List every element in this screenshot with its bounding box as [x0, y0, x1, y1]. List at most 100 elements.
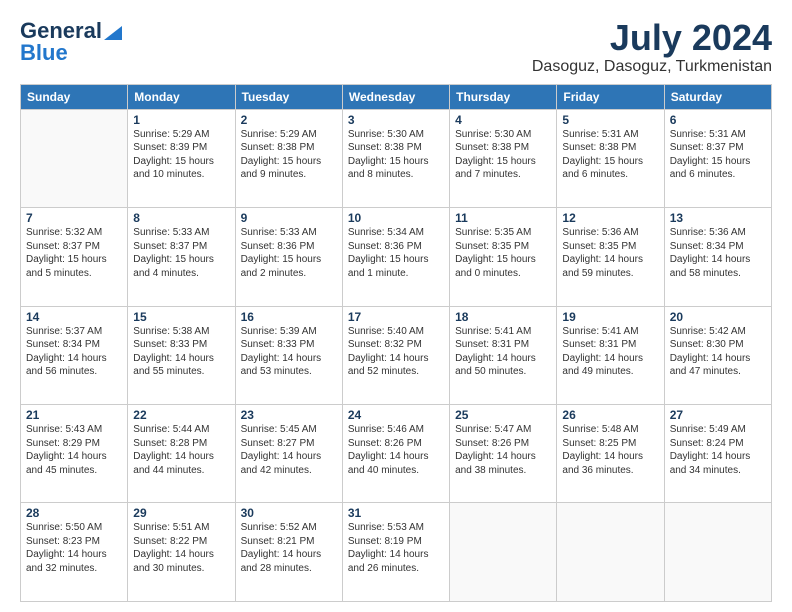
- day-info: Sunrise: 5:31 AMSunset: 8:38 PMDaylight:…: [562, 128, 658, 182]
- day-info: Sunrise: 5:29 AMSunset: 8:38 PMDaylight:…: [241, 128, 337, 182]
- table-row: 25Sunrise: 5:47 AMSunset: 8:26 PMDayligh…: [450, 405, 557, 503]
- day-info: Sunrise: 5:35 AMSunset: 8:35 PMDaylight:…: [455, 226, 551, 280]
- day-info: Sunrise: 5:52 AMSunset: 8:21 PMDaylight:…: [241, 521, 337, 575]
- table-row: 7Sunrise: 5:32 AMSunset: 8:37 PMDaylight…: [21, 208, 128, 306]
- table-row: 5Sunrise: 5:31 AMSunset: 8:38 PMDaylight…: [557, 109, 664, 207]
- day-number: 27: [670, 408, 766, 422]
- day-info: Sunrise: 5:51 AMSunset: 8:22 PMDaylight:…: [133, 521, 229, 575]
- day-info: Sunrise: 5:33 AMSunset: 8:36 PMDaylight:…: [241, 226, 337, 280]
- day-info: Sunrise: 5:34 AMSunset: 8:36 PMDaylight:…: [348, 226, 444, 280]
- day-info: Sunrise: 5:53 AMSunset: 8:19 PMDaylight:…: [348, 521, 444, 575]
- day-number: 15: [133, 310, 229, 324]
- day-number: 16: [241, 310, 337, 324]
- logo-blue-text: Blue: [20, 40, 68, 66]
- day-number: 4: [455, 113, 551, 127]
- day-info: Sunrise: 5:31 AMSunset: 8:37 PMDaylight:…: [670, 128, 766, 182]
- day-number: 5: [562, 113, 658, 127]
- table-row: 15Sunrise: 5:38 AMSunset: 8:33 PMDayligh…: [128, 306, 235, 404]
- table-row: 28Sunrise: 5:50 AMSunset: 8:23 PMDayligh…: [21, 503, 128, 602]
- day-info: Sunrise: 5:46 AMSunset: 8:26 PMDaylight:…: [348, 423, 444, 477]
- day-number: 29: [133, 506, 229, 520]
- day-info: Sunrise: 5:50 AMSunset: 8:23 PMDaylight:…: [26, 521, 122, 575]
- day-info: Sunrise: 5:32 AMSunset: 8:37 PMDaylight:…: [26, 226, 122, 280]
- table-row: 11Sunrise: 5:35 AMSunset: 8:35 PMDayligh…: [450, 208, 557, 306]
- day-info: Sunrise: 5:40 AMSunset: 8:32 PMDaylight:…: [348, 325, 444, 379]
- table-row: 4Sunrise: 5:30 AMSunset: 8:38 PMDaylight…: [450, 109, 557, 207]
- day-number: 6: [670, 113, 766, 127]
- day-number: 30: [241, 506, 337, 520]
- day-number: 20: [670, 310, 766, 324]
- day-info: Sunrise: 5:41 AMSunset: 8:31 PMDaylight:…: [455, 325, 551, 379]
- day-number: 3: [348, 113, 444, 127]
- day-number: 25: [455, 408, 551, 422]
- logo: General Blue: [20, 18, 122, 66]
- col-saturday: Saturday: [664, 84, 771, 109]
- col-wednesday: Wednesday: [342, 84, 449, 109]
- table-row: 17Sunrise: 5:40 AMSunset: 8:32 PMDayligh…: [342, 306, 449, 404]
- table-row: 12Sunrise: 5:36 AMSunset: 8:35 PMDayligh…: [557, 208, 664, 306]
- day-number: 31: [348, 506, 444, 520]
- table-row: 13Sunrise: 5:36 AMSunset: 8:34 PMDayligh…: [664, 208, 771, 306]
- day-info: Sunrise: 5:41 AMSunset: 8:31 PMDaylight:…: [562, 325, 658, 379]
- day-number: 2: [241, 113, 337, 127]
- col-thursday: Thursday: [450, 84, 557, 109]
- day-info: Sunrise: 5:36 AMSunset: 8:35 PMDaylight:…: [562, 226, 658, 280]
- table-row: [21, 109, 128, 207]
- day-number: 17: [348, 310, 444, 324]
- col-monday: Monday: [128, 84, 235, 109]
- table-row: 26Sunrise: 5:48 AMSunset: 8:25 PMDayligh…: [557, 405, 664, 503]
- day-number: 18: [455, 310, 551, 324]
- calendar-table: Sunday Monday Tuesday Wednesday Thursday…: [20, 84, 772, 602]
- table-row: [664, 503, 771, 602]
- day-info: Sunrise: 5:43 AMSunset: 8:29 PMDaylight:…: [26, 423, 122, 477]
- day-number: 26: [562, 408, 658, 422]
- table-row: 23Sunrise: 5:45 AMSunset: 8:27 PMDayligh…: [235, 405, 342, 503]
- day-info: Sunrise: 5:48 AMSunset: 8:25 PMDaylight:…: [562, 423, 658, 477]
- table-row: 20Sunrise: 5:42 AMSunset: 8:30 PMDayligh…: [664, 306, 771, 404]
- table-row: 10Sunrise: 5:34 AMSunset: 8:36 PMDayligh…: [342, 208, 449, 306]
- day-number: 9: [241, 211, 337, 225]
- day-number: 11: [455, 211, 551, 225]
- day-number: 13: [670, 211, 766, 225]
- table-row: 27Sunrise: 5:49 AMSunset: 8:24 PMDayligh…: [664, 405, 771, 503]
- day-number: 10: [348, 211, 444, 225]
- table-row: 29Sunrise: 5:51 AMSunset: 8:22 PMDayligh…: [128, 503, 235, 602]
- table-row: 24Sunrise: 5:46 AMSunset: 8:26 PMDayligh…: [342, 405, 449, 503]
- day-info: Sunrise: 5:42 AMSunset: 8:30 PMDaylight:…: [670, 325, 766, 379]
- day-info: Sunrise: 5:37 AMSunset: 8:34 PMDaylight:…: [26, 325, 122, 379]
- table-row: 2Sunrise: 5:29 AMSunset: 8:38 PMDaylight…: [235, 109, 342, 207]
- table-row: 14Sunrise: 5:37 AMSunset: 8:34 PMDayligh…: [21, 306, 128, 404]
- day-info: Sunrise: 5:49 AMSunset: 8:24 PMDaylight:…: [670, 423, 766, 477]
- day-number: 23: [241, 408, 337, 422]
- table-row: 1Sunrise: 5:29 AMSunset: 8:39 PMDaylight…: [128, 109, 235, 207]
- day-number: 28: [26, 506, 122, 520]
- table-row: 9Sunrise: 5:33 AMSunset: 8:36 PMDaylight…: [235, 208, 342, 306]
- table-row: 8Sunrise: 5:33 AMSunset: 8:37 PMDaylight…: [128, 208, 235, 306]
- table-row: 16Sunrise: 5:39 AMSunset: 8:33 PMDayligh…: [235, 306, 342, 404]
- day-info: Sunrise: 5:29 AMSunset: 8:39 PMDaylight:…: [133, 128, 229, 182]
- calendar-header-row: Sunday Monday Tuesday Wednesday Thursday…: [21, 84, 772, 109]
- day-number: 14: [26, 310, 122, 324]
- day-info: Sunrise: 5:44 AMSunset: 8:28 PMDaylight:…: [133, 423, 229, 477]
- day-number: 12: [562, 211, 658, 225]
- day-number: 1: [133, 113, 229, 127]
- table-row: 22Sunrise: 5:44 AMSunset: 8:28 PMDayligh…: [128, 405, 235, 503]
- location-title: Dasoguz, Dasoguz, Turkmenistan: [532, 58, 772, 76]
- title-block: July 2024 Dasoguz, Dasoguz, Turkmenistan: [532, 18, 772, 76]
- day-info: Sunrise: 5:36 AMSunset: 8:34 PMDaylight:…: [670, 226, 766, 280]
- day-number: 24: [348, 408, 444, 422]
- table-row: 18Sunrise: 5:41 AMSunset: 8:31 PMDayligh…: [450, 306, 557, 404]
- day-info: Sunrise: 5:39 AMSunset: 8:33 PMDaylight:…: [241, 325, 337, 379]
- table-row: 31Sunrise: 5:53 AMSunset: 8:19 PMDayligh…: [342, 503, 449, 602]
- day-info: Sunrise: 5:45 AMSunset: 8:27 PMDaylight:…: [241, 423, 337, 477]
- day-number: 22: [133, 408, 229, 422]
- col-sunday: Sunday: [21, 84, 128, 109]
- day-info: Sunrise: 5:30 AMSunset: 8:38 PMDaylight:…: [455, 128, 551, 182]
- table-row: 19Sunrise: 5:41 AMSunset: 8:31 PMDayligh…: [557, 306, 664, 404]
- month-title: July 2024: [532, 18, 772, 58]
- day-number: 21: [26, 408, 122, 422]
- table-row: 6Sunrise: 5:31 AMSunset: 8:37 PMDaylight…: [664, 109, 771, 207]
- table-row: 3Sunrise: 5:30 AMSunset: 8:38 PMDaylight…: [342, 109, 449, 207]
- table-row: [557, 503, 664, 602]
- col-tuesday: Tuesday: [235, 84, 342, 109]
